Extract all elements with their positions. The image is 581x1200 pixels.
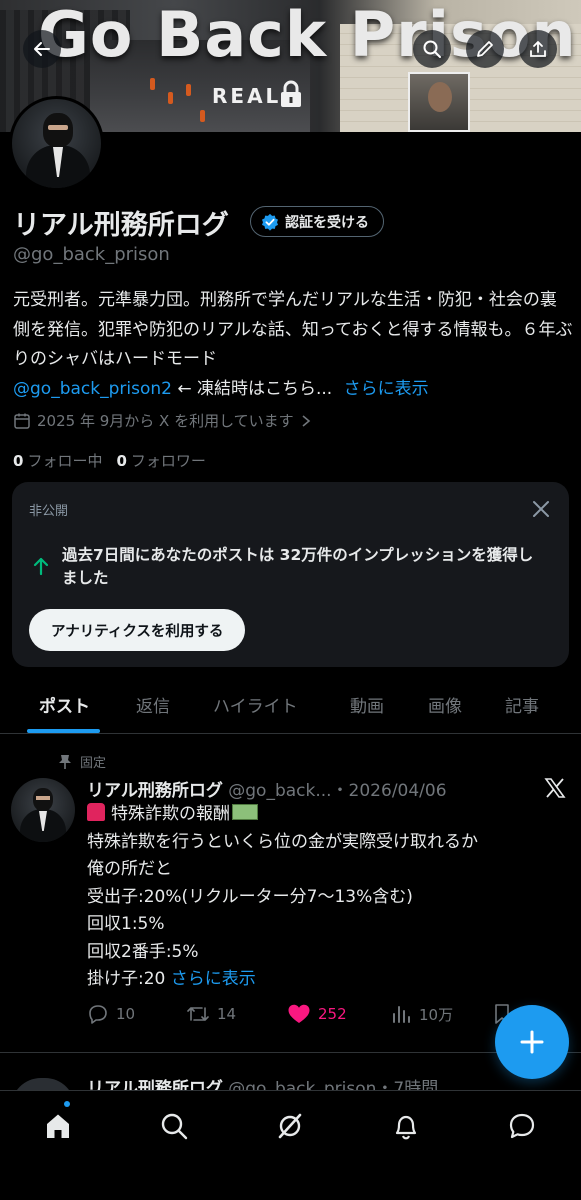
nav-notifications[interactable] [389, 1109, 423, 1143]
pinned-label: 固定 [80, 756, 107, 771]
banner-figure [150, 78, 155, 90]
nav-messages[interactable] [505, 1109, 539, 1143]
home-icon [47, 1114, 69, 1138]
banner-figure [200, 110, 205, 122]
compose-post-button[interactable] [495, 1005, 569, 1079]
back-arrow-icon [34, 42, 50, 56]
money-emoji-icon [232, 804, 258, 820]
analytics-card: 非公開 過去7日間にあなたのポストは 32万件のインプレッションを獲得しました … [12, 482, 569, 667]
profile-tabs: ポスト 返信 ハイライト 動画 画像 記事 [0, 684, 581, 734]
reply-count: 10 [116, 1005, 136, 1023]
tab-highlights[interactable]: ハイライト [213, 692, 298, 717]
bottom-navigation [0, 1090, 581, 1200]
post-avatar[interactable] [11, 778, 75, 842]
tab-articles[interactable]: 記事 [505, 692, 539, 717]
calendar-icon [14, 413, 30, 429]
nav-search[interactable] [157, 1109, 191, 1143]
post-body[interactable]: 特殊詐欺の報酬 特殊詐欺を行うといくら位の金が実際受け取れるか 俺の所だと 受出… [87, 801, 567, 994]
share-icon [530, 41, 546, 57]
following-label: フォロー中 [27, 452, 103, 470]
repost-icon [187, 1007, 209, 1021]
nav-grok[interactable] [273, 1109, 307, 1143]
search-button[interactable] [413, 30, 451, 68]
profile-bio: 元受刑者。元準暴力団。刑務所で学んだリアルな生活・防犯・社会の裏側を発信。犯罪や… [13, 286, 573, 404]
share-button[interactable] [519, 30, 557, 68]
tab-photos[interactable]: 画像 [428, 692, 462, 717]
followers-link[interactable]: 0 フォロワー [116, 450, 205, 471]
repost-button[interactable]: 14 [186, 1003, 236, 1025]
chevron-right-icon [302, 414, 310, 427]
get-verified-label: 認証を受ける [285, 214, 369, 231]
verified-badge-icon [261, 213, 279, 231]
pin-icon [59, 754, 71, 769]
display-name: リアル刑務所ログ [13, 210, 229, 241]
pinned-indicator: 固定 [58, 752, 106, 771]
post-author-meta: @go_back...・2026/04/06 [228, 781, 447, 801]
banner-figure [186, 84, 191, 96]
post-divider [0, 1052, 581, 1053]
views-button[interactable]: 10万 [390, 1003, 453, 1025]
tab-posts[interactable]: ポスト [39, 692, 90, 717]
post-actions: 10 14 252 10万 [87, 1003, 527, 1031]
back-button[interactable] [23, 30, 61, 68]
tab-replies[interactable]: 返信 [136, 692, 170, 717]
joined-date[interactable]: 2025 年 9月から X を利用しています [13, 410, 312, 431]
reply-icon [89, 1005, 107, 1024]
tab-videos[interactable]: 動画 [350, 692, 384, 717]
search-icon [423, 40, 441, 58]
followers-count: 0 [116, 452, 127, 470]
joined-text: 2025 年 9月から X を利用しています [37, 412, 294, 430]
profile-handle: @go_back_prison [13, 244, 170, 265]
heart-icon [288, 1004, 310, 1023]
lock-icon [281, 80, 301, 107]
banner-subtitle: REAL [212, 84, 282, 108]
analytics-bars-icon [393, 1006, 410, 1023]
bio-tail: ← 凍結時はこちら... [171, 378, 333, 399]
post-title-line: 特殊詐欺の報酬 [111, 804, 230, 824]
bio-text: 元受刑者。元準暴力団。刑務所で学んだリアルな生活・防犯・社会の裏側を発信。犯罪や… [13, 290, 573, 369]
post-author-name[interactable]: リアル刑務所ログ [87, 781, 223, 801]
edit-button[interactable] [466, 30, 504, 68]
views-count: 10万 [419, 1005, 454, 1024]
following-count: 0 [13, 452, 24, 470]
close-icon[interactable] [530, 498, 552, 520]
active-tab-indicator [27, 729, 100, 733]
arrow-up-icon [33, 557, 49, 576]
banner-figure [168, 92, 173, 104]
post-text: 特殊詐欺を行うといくら位の金が実際受け取れるか 俺の所だと 受出子:20%(リク… [87, 831, 478, 990]
chat-bubble-icon [509, 1113, 535, 1139]
grok-icon [278, 1113, 302, 1139]
follow-counts: 0 フォロー中 0 フォロワー [13, 450, 206, 471]
following-link[interactable]: 0 フォロー中 [13, 450, 102, 471]
bell-icon [395, 1115, 417, 1140]
bio-show-more[interactable]: さらに表示 [344, 379, 429, 399]
private-label: 非公開 [29, 504, 69, 519]
plus-icon [520, 1030, 544, 1054]
post-show-more[interactable]: さらに表示 [171, 969, 256, 989]
impressions-message: 過去7日間にあなたのポストは 32万件のインプレッションを獲得しました [62, 546, 534, 587]
like-count: 252 [318, 1005, 347, 1023]
post-header: リアル刑務所ログ @go_back...・2026/04/06 [87, 776, 447, 801]
bio-link[interactable]: @go_back_prison2 [13, 379, 172, 399]
use-analytics-button[interactable]: アナリティクスを利用する [29, 609, 246, 651]
search-icon [161, 1113, 188, 1140]
home-notification-dot [64, 1101, 70, 1107]
reply-button[interactable]: 10 [87, 1003, 135, 1025]
profile-avatar[interactable] [9, 96, 104, 191]
x-logo-icon[interactable] [544, 777, 566, 799]
followers-label: フォロワー [130, 452, 206, 470]
siren-emoji-icon [87, 803, 105, 821]
pencil-icon [477, 41, 493, 57]
banner-mugshot [408, 72, 470, 132]
get-verified-button[interactable]: 認証を受ける [250, 206, 384, 237]
repost-count: 14 [217, 1005, 237, 1023]
nav-home[interactable] [41, 1109, 75, 1143]
like-button[interactable]: 252 [287, 1003, 347, 1025]
